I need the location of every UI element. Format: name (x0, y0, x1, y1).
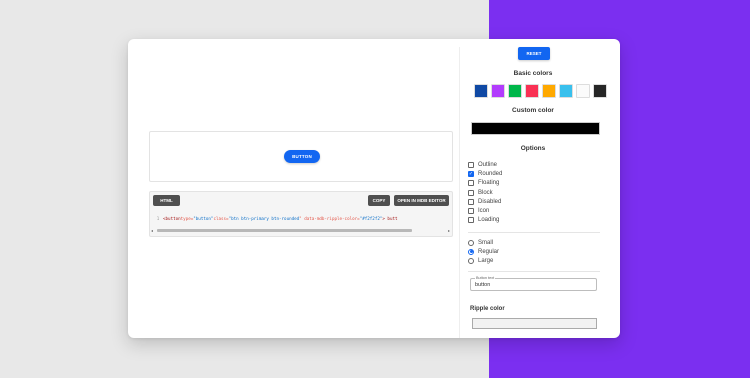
basic-colors-swatches (474, 84, 607, 98)
color-swatch[interactable] (474, 84, 488, 98)
code-val-type: "button" (193, 216, 214, 221)
button-text-field[interactable]: Button text button (470, 276, 597, 291)
basic-colors-title: Basic colors (513, 70, 553, 77)
checkbox-icon[interactable] (468, 180, 474, 187)
option-label: Loading (478, 217, 500, 224)
option-outline[interactable]: Outline (468, 160, 502, 169)
ripple-color-picker[interactable] (472, 318, 597, 329)
reset-button[interactable]: RESET (518, 47, 550, 60)
preview-area: button (149, 131, 453, 182)
code-panel: HTML COPY OPEN IN MDB EDITOR 1 <button t… (149, 191, 453, 237)
option-label: Outline (478, 161, 498, 168)
color-swatch[interactable] (559, 84, 573, 98)
checkbox-icon[interactable] (468, 208, 474, 215)
option-label: Rounded (478, 170, 503, 177)
divider (468, 271, 600, 272)
scroll-left-icon[interactable]: ◂ (151, 228, 153, 233)
code-attr-ripple: " data-mdb-ripple-color= (299, 216, 360, 221)
checkbox-icon[interactable]: ✓ (468, 170, 474, 177)
option-block[interactable]: Block (468, 188, 502, 197)
checkbox-icon[interactable] (468, 217, 474, 224)
open-in-editor-button[interactable]: OPEN IN MDB EDITOR (394, 195, 449, 206)
option-label: Block (478, 189, 493, 196)
option-label: Icon (478, 208, 490, 215)
size-large[interactable]: Large (468, 257, 499, 266)
option-loading[interactable]: Loading (468, 216, 502, 225)
scroll-thumb[interactable] (157, 229, 412, 232)
code-val-class: "btn btn-primary btn-rounded (228, 216, 300, 221)
ripple-color-title: Ripple color (470, 306, 505, 312)
size-regular[interactable]: Regular (468, 247, 499, 256)
line-number: 1 (156, 216, 160, 221)
checkbox-icon[interactable] (468, 198, 474, 205)
size-label: Small (478, 239, 494, 246)
color-swatch[interactable] (576, 84, 590, 98)
preview-button[interactable]: button (284, 150, 320, 163)
button-text-value[interactable]: button (475, 282, 490, 288)
size-small[interactable]: Small (468, 238, 499, 247)
horizontal-scrollbar[interactable]: ◂ ▸ (151, 228, 451, 233)
radio-icon[interactable] (468, 248, 474, 255)
color-swatch[interactable] (508, 84, 522, 98)
size-list: Small Regular Large (468, 238, 499, 266)
options-title: Options (520, 145, 546, 152)
code-attr-class: class= (213, 216, 229, 221)
option-floating[interactable]: Floating (468, 179, 502, 188)
color-swatch[interactable] (542, 84, 556, 98)
radio-icon[interactable] (468, 258, 474, 265)
button-text-label: Button text (475, 276, 496, 280)
checkbox-icon[interactable] (468, 161, 474, 168)
code-attr-type: type= (180, 216, 194, 221)
option-label: Disabled (478, 198, 502, 205)
option-icon[interactable]: Icon (468, 206, 502, 215)
code-tag: <button (163, 216, 181, 221)
scroll-right-icon[interactable]: ▸ (448, 228, 450, 233)
option-rounded[interactable]: ✓ Rounded (468, 169, 502, 178)
code-line: 1 <button type= "button" class= "btn btn… (153, 214, 450, 223)
color-swatch[interactable] (525, 84, 539, 98)
checkbox-icon[interactable] (468, 189, 474, 196)
copy-button[interactable]: COPY (368, 195, 390, 206)
options-list: Outline ✓ Rounded Floating Block Disabled Icon… (468, 160, 502, 225)
option-label: Floating (478, 180, 500, 187)
radio-icon[interactable] (468, 239, 474, 246)
tab-html[interactable]: HTML (153, 195, 180, 206)
custom-color-picker[interactable] (471, 122, 600, 135)
option-disabled[interactable]: Disabled (468, 197, 502, 206)
code-val-ripple: "#f2f2f2" (359, 216, 383, 221)
panel-divider (459, 47, 460, 338)
size-label: Large (478, 258, 494, 265)
button-generator-card: button HTML COPY OPEN IN MDB EDITOR 1 <b… (128, 39, 620, 338)
color-swatch[interactable] (593, 84, 607, 98)
divider (468, 232, 600, 233)
color-swatch[interactable] (491, 84, 505, 98)
custom-color-title: Custom color (512, 107, 554, 114)
code-rest: > butt (382, 216, 398, 221)
size-label: Regular (478, 248, 500, 255)
